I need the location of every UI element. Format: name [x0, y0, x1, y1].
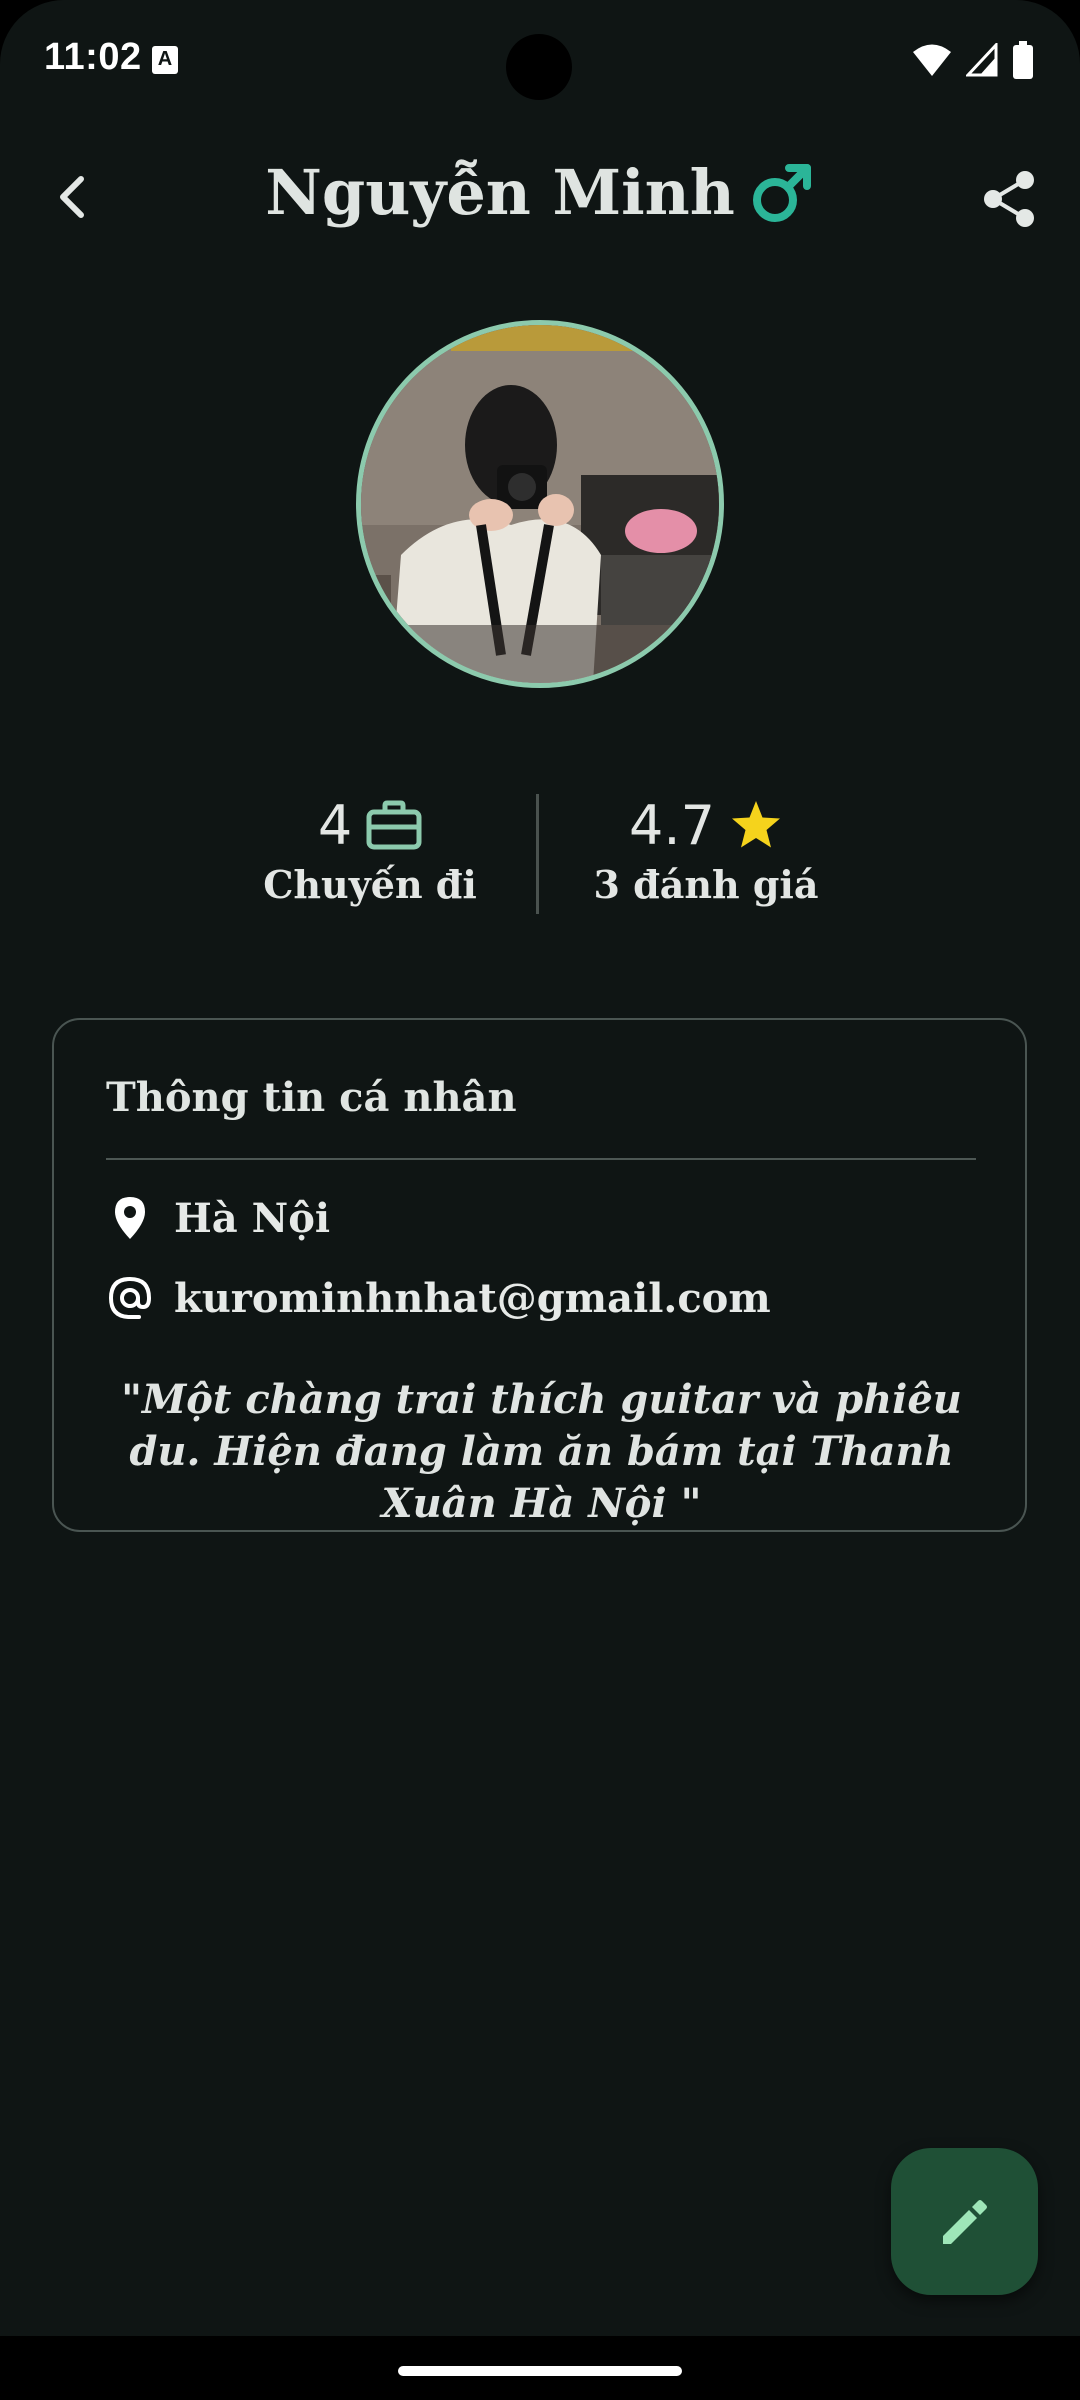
profile-stats: 4 Chuyến đi 4.7 3 đánh giá [0, 790, 1080, 920]
rating-label: 3 đánh giá [593, 862, 819, 907]
personal-info-card: Thông tin cá nhân Hà Nội kurominhnhat@gm… [52, 1018, 1027, 1532]
page-title-wrap: Nguyễn Minh [0, 156, 1080, 229]
rating-stat[interactable]: 4.7 3 đánh giá [556, 790, 856, 908]
camera-cutout [506, 34, 572, 100]
location-text: Hà Nội [174, 1194, 331, 1242]
card-title: Thông tin cá nhân [106, 1074, 517, 1121]
profile-screen: 11:02 A Nguyễn Minh 4 Chuyến đi 4.7 3 đá… [0, 0, 1080, 2336]
bio-text: "Một chàng trai thích guitar và phiêu du… [121, 1376, 962, 1527]
trips-label: Chuyến đi [263, 862, 477, 907]
status-time: 11:02 [44, 36, 142, 78]
briefcase-icon [366, 800, 422, 850]
stats-divider [536, 794, 539, 914]
page-title: Nguyễn Minh [265, 156, 735, 229]
edit-profile-button[interactable] [891, 2148, 1038, 2295]
avatar[interactable] [356, 320, 724, 688]
app-bar: Nguyễn Minh [0, 140, 1080, 250]
status-bar: 11:02 A [0, 0, 1080, 120]
at-sign-icon [106, 1274, 154, 1322]
rating-value: 4.7 [629, 793, 715, 857]
battery-icon [1013, 41, 1033, 79]
email-row[interactable]: kurominhnhat@gmail.com [106, 1268, 771, 1328]
cellular-signal-icon [966, 43, 998, 77]
trips-count: 4 [317, 793, 353, 857]
male-symbol-icon [752, 163, 811, 222]
home-indicator[interactable] [398, 2366, 682, 2376]
notification-app-icon: A [152, 46, 178, 74]
wifi-icon [913, 44, 951, 76]
share-icon [984, 171, 1034, 227]
email-text: kurominhnhat@gmail.com [174, 1274, 771, 1322]
star-icon [731, 801, 780, 848]
card-divider [106, 1158, 976, 1160]
edit-pencil-icon [942, 2199, 987, 2244]
profile-photo [361, 325, 719, 683]
location-pin-icon [106, 1194, 154, 1242]
trips-stat[interactable]: 4 Chuyến đi [220, 790, 520, 908]
share-button[interactable] [974, 164, 1044, 234]
status-icons [912, 40, 1034, 80]
location-row: Hà Nội [106, 1188, 330, 1248]
